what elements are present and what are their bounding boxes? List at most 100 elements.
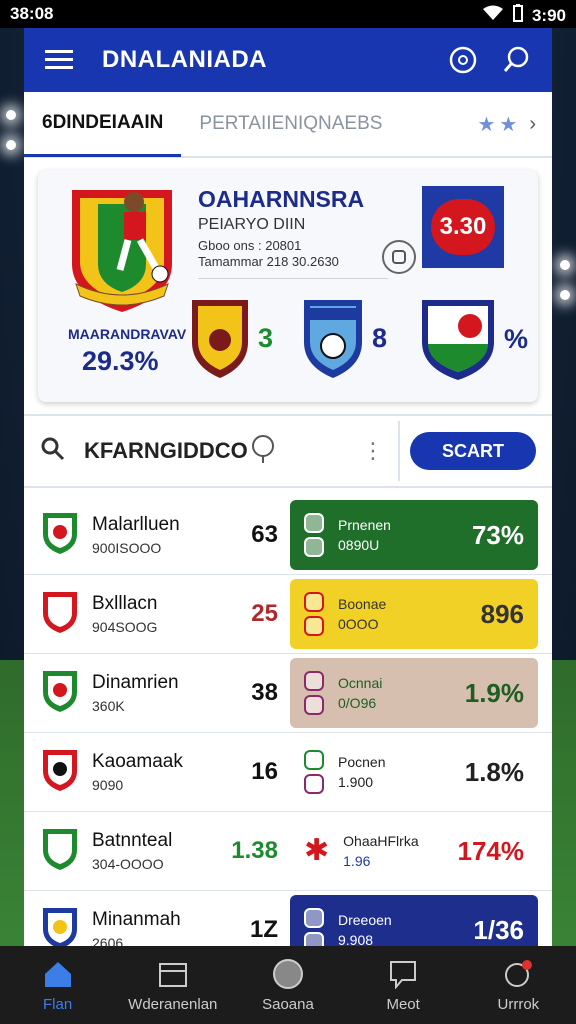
tab-bar: 6DINDEIAAIN PERTAIIENIQNAEBS ★ ★ ›	[24, 92, 552, 158]
app-title: DNALANIADA	[102, 46, 267, 73]
match-subtitle: PEIARYO DIIN	[198, 216, 306, 233]
score-value: 3.30	[431, 199, 495, 255]
profile-icon	[502, 958, 534, 990]
floodlight	[560, 260, 570, 270]
stat-icon	[304, 774, 324, 794]
featured-left-label: MAARANDRAVAV	[68, 326, 187, 342]
table-row[interactable]: Batnnteal 304-OOOO 1.38 ✱ OhaaHFlrka 1.9…	[24, 812, 552, 891]
nav-item-profile[interactable]: Urrrok	[468, 958, 568, 1013]
stat-icons	[304, 592, 324, 636]
bottom-navigation: Flan Wderanenlan Saoana Meot Urrrok	[0, 946, 576, 1024]
table-row[interactable]: Malarlluen 900ISOOO 63 Prnenen 0890U 73%	[24, 496, 552, 575]
club-points: 63	[251, 521, 278, 548]
stat-subvalue: 1.900	[338, 774, 374, 790]
team-crest-icon	[304, 300, 362, 378]
club-info: Dinamrien 360K	[92, 672, 179, 714]
table-row[interactable]: Bxlllacn 904SOOG 25 Boonae 0OOO 896	[24, 575, 552, 654]
row-left: Bxlllacn 904SOOG 25	[24, 575, 290, 653]
top-app-bar: DNALANIADA	[24, 28, 552, 92]
stat-icons	[304, 513, 324, 557]
club-points: 25	[251, 600, 278, 627]
floodlight	[6, 140, 16, 150]
menu-icon[interactable]	[42, 43, 76, 77]
club-points: 1.38	[231, 837, 278, 864]
stat-text: Ocnnai 0/O96	[338, 675, 382, 711]
nav-label: Urrrok	[497, 995, 540, 1013]
stat-panel[interactable]: Ocnnai 0/O96 1.9%	[290, 658, 538, 728]
table-row[interactable]: Kaoamaak 9090 16 Pocnen 1.900 1.8%	[24, 733, 552, 812]
search-input[interactable]: KFARNGIDDCO	[84, 438, 248, 464]
featured-match-card[interactable]: MAARANDRAVAV 29.3% OAHARNNSRA PEIARYO DI…	[38, 170, 538, 402]
stat-value: 1.9%	[464, 677, 524, 708]
club-info: Bxlllacn 904SOOG	[92, 593, 157, 635]
team-crest-group[interactable]: 3	[188, 296, 273, 380]
stat-icon	[304, 537, 324, 557]
stat-icons	[304, 908, 324, 946]
nav-item-home[interactable]: Flan	[8, 958, 108, 1013]
stat-text: Prnenen 0890U	[338, 517, 391, 553]
search-row: KFARNGIDDCO ⋮ SCART	[24, 414, 552, 488]
stat-icon	[304, 750, 324, 770]
status-clock: 3:90	[531, 5, 566, 25]
row-left: Kaoamaak 9090 16	[24, 733, 290, 811]
nav-label: Meot	[386, 995, 420, 1013]
club-name: Batnnteal	[92, 830, 173, 851]
stat-text: Pocnen 1.900	[338, 754, 385, 790]
stat-value: 73%	[471, 519, 524, 550]
club-info: Kaoamaak 9090	[92, 751, 183, 793]
stat-panel[interactable]: Dreeoen 9.908 1/36	[290, 895, 538, 946]
stat-icon	[304, 513, 324, 533]
stat-label: Prnenen	[338, 517, 391, 533]
match-info-line: Gboo ons : 20801	[198, 238, 302, 253]
club-points: 16	[251, 758, 278, 785]
status-bar: 38:08 3:90	[0, 0, 576, 28]
chevron-right-icon[interactable]: ›	[529, 113, 536, 136]
more-icon[interactable]: ⋮	[362, 438, 384, 464]
club-info: Malarlluen 900ISOOO	[92, 514, 180, 556]
nav-item-ball[interactable]: Saoana	[238, 958, 338, 1013]
stat-icon	[304, 932, 324, 946]
club-points: 38	[251, 679, 278, 706]
star-icon[interactable]: ★	[477, 112, 495, 137]
stat-subvalue: 0OOO	[338, 616, 379, 632]
score-badge: 3.30	[422, 186, 504, 268]
tab-performances[interactable]: PERTAIIENIQNAEBS	[181, 91, 400, 157]
nav-item-chat[interactable]: Meot	[353, 958, 453, 1013]
stat-panel[interactable]: Boonae 0OOO 896	[290, 579, 538, 649]
location-pin-icon[interactable]	[250, 434, 276, 469]
search-button[interactable]: SCART	[410, 432, 536, 470]
chat-bubble-icon[interactable]	[446, 43, 480, 77]
stat-icons: ✱	[304, 836, 329, 866]
team-crest-group[interactable]: 8	[300, 296, 387, 380]
stat-value: 1/36	[473, 914, 524, 945]
stat-text: Boonae 0OOO	[338, 596, 386, 632]
stat-icons	[304, 671, 324, 715]
search-icon[interactable]	[40, 436, 66, 467]
match-info-line: Tamammar 218 30.2630	[198, 254, 339, 269]
club-name: Minanmah	[92, 909, 181, 930]
table-row[interactable]: Minanmah 2606 1Z Dreeoen 9.908 1/36	[24, 891, 552, 946]
wifi-icon	[482, 5, 504, 26]
team-score: %	[504, 323, 529, 354]
chat-icon	[387, 958, 419, 990]
app-window: DNALANIADA 6DINDEIAAIN PERTAIIENIQNAEBS …	[24, 28, 552, 946]
floodlight	[560, 290, 570, 300]
stat-value: 896	[480, 598, 524, 629]
stat-label: Ocnnai	[338, 675, 383, 691]
club-name: Bxlllacn	[92, 593, 158, 614]
stat-label: Dreeoen	[338, 912, 392, 928]
club-crest-icon	[40, 826, 80, 877]
nav-item-calendar[interactable]: Wderanenlan	[123, 958, 223, 1013]
tab-overview[interactable]: 6DINDEIAAIN	[24, 91, 182, 157]
stat-panel[interactable]: Prnenen 0890U 73%	[290, 500, 538, 570]
table-row[interactable]: Dinamrien 360K 38 Ocnnai 0/O96 1.9%	[24, 654, 552, 733]
club-crest-icon	[40, 510, 80, 561]
star-icon[interactable]: ★	[499, 112, 517, 137]
stat-panel[interactable]: ✱ OhaaHFlrka 1.96 174%	[290, 816, 538, 886]
stat-panel[interactable]: Pocnen 1.900 1.8%	[290, 737, 538, 807]
team-crest-group[interactable]: %	[418, 296, 528, 382]
row-left: Minanmah 2606 1Z	[24, 891, 290, 946]
search-icon[interactable]	[500, 43, 534, 77]
stat-text: OhaaHFlrka 1.96	[343, 833, 418, 869]
share-icon[interactable]	[382, 240, 416, 274]
